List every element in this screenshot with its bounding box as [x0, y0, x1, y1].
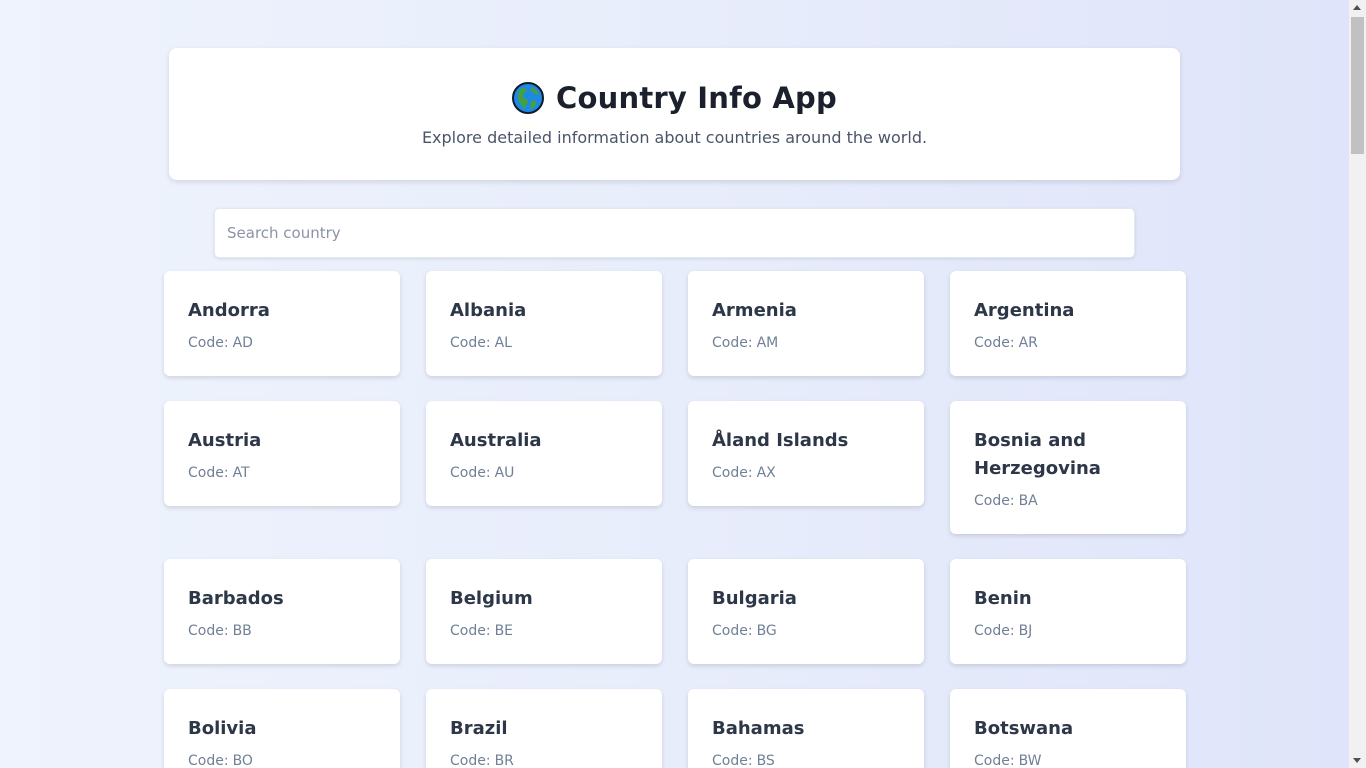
country-name: Belgium — [450, 588, 533, 609]
page-subtitle: Explore detailed information about count… — [421, 128, 928, 147]
country-card[interactable]: Andorra Code: AD — [164, 271, 400, 376]
country-name: Åland Islands — [712, 430, 849, 451]
country-code-value: BA — [1018, 493, 1038, 509]
country-code-value: BO — [232, 753, 253, 768]
country-code-value: BR — [494, 753, 514, 768]
code-prefix-label: Code: — [712, 623, 753, 639]
code-prefix-label: Code: — [974, 753, 1015, 768]
country-code: Code: AT — [188, 463, 378, 483]
country-code: Code: BA — [974, 491, 1164, 511]
country-card[interactable]: Armenia Code: AM — [688, 271, 924, 376]
code-prefix-label: Code: — [450, 623, 491, 639]
code-prefix-label: Code: — [974, 493, 1015, 509]
country-code: Code: AM — [712, 333, 902, 353]
country-code-value: BW — [1018, 753, 1042, 768]
scrollbar-thumb[interactable] — [1351, 17, 1364, 154]
code-prefix-label: Code: — [712, 753, 753, 768]
country-name: Bahamas — [712, 718, 805, 739]
country-card[interactable]: Botswana Code: BW — [950, 689, 1186, 768]
country-name: Brazil — [450, 718, 508, 739]
country-name: Argentina — [974, 300, 1075, 321]
country-name: Benin — [974, 588, 1032, 609]
code-prefix-label: Code: — [974, 623, 1015, 639]
country-name: Australia — [450, 430, 542, 451]
country-code-value: AU — [494, 465, 515, 481]
country-code-value: AT — [232, 465, 250, 481]
country-code-value: AL — [494, 335, 512, 351]
country-code: Code: AL — [450, 333, 640, 353]
header-card: Country Info App Explore detailed inform… — [169, 48, 1180, 180]
country-code-value: BG — [756, 623, 777, 639]
globe-americas-icon — [512, 82, 545, 114]
country-card[interactable]: Benin Code: BJ — [950, 559, 1186, 664]
country-card[interactable]: Austria Code: AT — [164, 401, 400, 506]
country-code-value: BS — [756, 753, 775, 768]
title-row: Country Info App — [169, 82, 1180, 114]
country-name: Barbados — [188, 588, 284, 609]
country-card[interactable]: Brazil Code: BR — [426, 689, 662, 768]
code-prefix-label: Code: — [712, 335, 753, 351]
code-prefix-label: Code: — [712, 465, 753, 481]
page: Country Info App Explore detailed inform… — [0, 0, 1349, 768]
country-code: Code: BW — [974, 751, 1164, 768]
country-code-value: AR — [1018, 335, 1038, 351]
code-prefix-label: Code: — [974, 335, 1015, 351]
country-code: Code: BO — [188, 751, 378, 768]
country-card[interactable]: Bulgaria Code: BG — [688, 559, 924, 664]
country-card[interactable]: Argentina Code: AR — [950, 271, 1186, 376]
code-prefix-label: Code: — [450, 753, 491, 768]
country-card[interactable]: Australia Code: AU — [426, 401, 662, 506]
code-prefix-label: Code: — [450, 465, 491, 481]
country-code: Code: BR — [450, 751, 640, 768]
country-code-value: AM — [756, 335, 779, 351]
country-name: Bolivia — [188, 718, 257, 739]
country-card[interactable]: Bolivia Code: BO — [164, 689, 400, 768]
country-code: Code: AR — [974, 333, 1164, 353]
code-prefix-label: Code: — [188, 753, 229, 768]
page-title: Country Info App — [556, 81, 837, 115]
country-code: Code: BE — [450, 621, 640, 641]
vertical-scrollbar[interactable] — [1349, 0, 1366, 768]
country-name: Albania — [450, 300, 527, 321]
code-prefix-label: Code: — [188, 335, 229, 351]
country-code: Code: BS — [712, 751, 902, 768]
country-code: Code: AX — [712, 463, 902, 483]
country-code: Code: AU — [450, 463, 640, 483]
country-name: Austria — [188, 430, 262, 451]
country-card[interactable]: Barbados Code: BB — [164, 559, 400, 664]
country-card[interactable]: Åland Islands Code: AX — [688, 401, 924, 506]
code-prefix-label: Code: — [188, 623, 229, 639]
scroll-up-arrow-icon[interactable] — [1353, 5, 1361, 10]
search-input[interactable] — [214, 208, 1135, 258]
country-name: Armenia — [712, 300, 797, 321]
code-prefix-label: Code: — [450, 335, 491, 351]
scroll-down-arrow-icon[interactable] — [1353, 758, 1361, 763]
country-code-value: AD — [232, 335, 253, 351]
country-code: Code: BG — [712, 621, 902, 641]
country-name: Botswana — [974, 718, 1074, 739]
country-code-value: BJ — [1018, 623, 1033, 639]
country-code-value: BB — [232, 623, 252, 639]
country-code: Code: BB — [188, 621, 378, 641]
country-card[interactable]: Bosnia and Herzegovina Code: BA — [950, 401, 1186, 534]
country-card[interactable]: Belgium Code: BE — [426, 559, 662, 664]
country-name: Bosnia and Herzegovina — [974, 430, 1101, 479]
country-code: Code: AD — [188, 333, 378, 353]
country-name: Andorra — [188, 300, 270, 321]
country-code-value: BE — [494, 623, 514, 639]
country-name: Bulgaria — [712, 588, 797, 609]
country-card[interactable]: Bahamas Code: BS — [688, 689, 924, 768]
country-code: Code: BJ — [974, 621, 1164, 641]
country-code-value: AX — [756, 465, 776, 481]
code-prefix-label: Code: — [188, 465, 229, 481]
country-card[interactable]: Albania Code: AL — [426, 271, 662, 376]
